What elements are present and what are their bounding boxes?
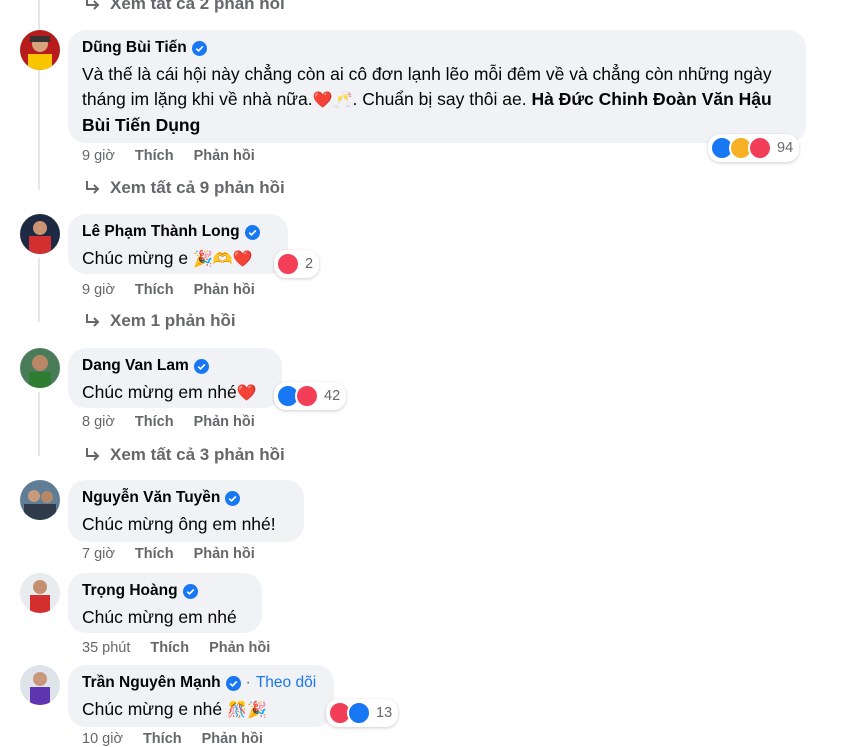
like-button[interactable]: Thích (135, 282, 174, 298)
verified-badge-icon (182, 583, 198, 599)
comment-text: Chúc mừng e 🎉🫶❤️ (82, 248, 253, 268)
comment-author[interactable]: Dang Van Lam (82, 356, 268, 376)
like-button[interactable]: Thích (135, 414, 174, 430)
reaction-summary[interactable]: 42 (274, 382, 347, 410)
reply-button[interactable]: Phản hồi (209, 640, 270, 656)
confetti-emoji-icon: 🎊 (227, 701, 247, 719)
avatar[interactable] (20, 348, 60, 388)
heart-emoji-icon: ❤️ (232, 250, 253, 268)
like-reaction-icon (347, 701, 371, 725)
like-button[interactable]: Thích (150, 640, 189, 656)
avatar[interactable] (20, 480, 60, 520)
comment-text: Chúc mừng em nhé❤️ (82, 382, 257, 402)
view-replies-link[interactable]: Xem tất cả 2 phản hồi (84, 0, 285, 14)
comment-text: Và thế là cái hội này chẳng còn ai cô đơ… (82, 64, 772, 135)
love-reaction-icon (748, 136, 772, 160)
reaction-summary[interactable]: 2 (274, 250, 320, 278)
avatar[interactable] (20, 214, 60, 254)
party-emoji-icon: 🎉 (246, 701, 267, 719)
timestamp[interactable]: 9 giờ (82, 282, 115, 298)
timestamp[interactable]: 9 giờ (82, 148, 115, 164)
verified-badge-icon (225, 490, 241, 506)
follow-button[interactable]: Theo dõi (256, 673, 316, 693)
view-replies-link[interactable]: Xem 1 phản hồi (84, 311, 236, 331)
tagged-users[interactable]: Hà Đức Chinh Đoàn (531, 89, 696, 109)
view-replies-link[interactable]: Xem tất cả 3 phản hồi (84, 445, 285, 465)
avatar[interactable] (20, 665, 60, 705)
comment-bubble: Trọng Hoàng Chúc mừng em nhé (68, 573, 262, 633)
comment-text: Chúc mừng em nhé (82, 607, 237, 627)
timestamp[interactable]: 10 giờ (82, 731, 123, 747)
verified-badge-icon (225, 675, 241, 691)
like-button[interactable]: Thích (143, 731, 182, 747)
love-reaction-icon (295, 384, 319, 408)
reply-button[interactable]: Phản hồi (202, 731, 263, 747)
reply-button[interactable]: Phản hồi (194, 546, 255, 562)
verified-badge-icon (244, 224, 260, 240)
view-replies-link[interactable]: Xem tất cả 9 phản hồi (84, 178, 285, 198)
comment-bubble: Nguyễn Văn Tuyền Chúc mừng ông em nhé! (68, 480, 304, 542)
verified-badge-icon (193, 358, 209, 374)
verified-badge-icon (191, 40, 207, 56)
comment-meta: 8 giờ Thích Phản hồi (82, 414, 255, 430)
comment-bubble: Dũng Bùi Tiến Và thế là cái hội này chẳn… (68, 30, 806, 143)
cheers-emoji-icon: 🥂 (332, 91, 353, 109)
reply-arrow-icon (86, 314, 100, 327)
thread-line (38, 392, 40, 456)
comment-meta: 7 giờ Thích Phản hồi (82, 546, 255, 562)
timestamp[interactable]: 8 giờ (82, 414, 115, 430)
reaction-summary[interactable]: 94 (708, 134, 800, 162)
love-reaction-icon (276, 252, 300, 276)
heart-emoji-icon: ❤️ (236, 384, 257, 402)
thread-line (38, 0, 40, 190)
reply-arrow-icon (86, 448, 100, 461)
comment-meta: 9 giờ Thích Phản hồi (82, 148, 255, 164)
comment-author[interactable]: Trọng Hoàng (82, 581, 248, 601)
like-button[interactable]: Thích (135, 148, 174, 164)
reply-button[interactable]: Phản hồi (194, 282, 255, 298)
avatar[interactable] (20, 573, 60, 613)
comment-author[interactable]: Dũng Bùi Tiến (82, 38, 792, 58)
comment-bubble: Trần Nguyên Mạnh · Theo dõi Chúc mừng e … (68, 665, 334, 727)
comment-text: Chúc mừng e nhé 🎊🎉 (82, 699, 267, 719)
like-button[interactable]: Thích (135, 546, 174, 562)
comment-bubble: Dang Van Lam Chúc mừng em nhé❤️ (68, 348, 282, 408)
comment-text: Chúc mừng ông em nhé! (82, 514, 276, 534)
comment-author[interactable]: Trần Nguyên Mạnh · Theo dõi (82, 673, 320, 693)
heart-hands-emoji-icon: 🫶 (212, 250, 233, 268)
separator-dot: · (245, 674, 251, 691)
avatar[interactable] (20, 30, 60, 70)
comment-author[interactable]: Lê Phạm Thành Long (82, 222, 274, 242)
comment-author[interactable]: Nguyễn Văn Tuyền (82, 488, 290, 508)
heart-emoji-icon: ❤️ (312, 91, 333, 109)
thread-line (38, 258, 40, 322)
reaction-summary[interactable]: 13 (326, 699, 399, 727)
reply-arrow-icon (86, 181, 100, 194)
comment-meta: 9 giờ Thích Phản hồi (82, 282, 255, 298)
comment-meta: 35 phút Thích Phản hồi (82, 640, 270, 656)
reply-button[interactable]: Phản hồi (194, 414, 255, 430)
reply-arrow-icon (86, 0, 100, 10)
reply-button[interactable]: Phản hồi (194, 148, 255, 164)
timestamp[interactable]: 7 giờ (82, 546, 115, 562)
comment-bubble: Lê Phạm Thành Long Chúc mừng e 🎉🫶❤️ (68, 214, 288, 274)
party-emoji-icon: 🎉 (192, 250, 213, 268)
timestamp[interactable]: 35 phút (82, 640, 130, 656)
comment-meta: 10 giờ Thích Phản hồi (82, 731, 263, 747)
